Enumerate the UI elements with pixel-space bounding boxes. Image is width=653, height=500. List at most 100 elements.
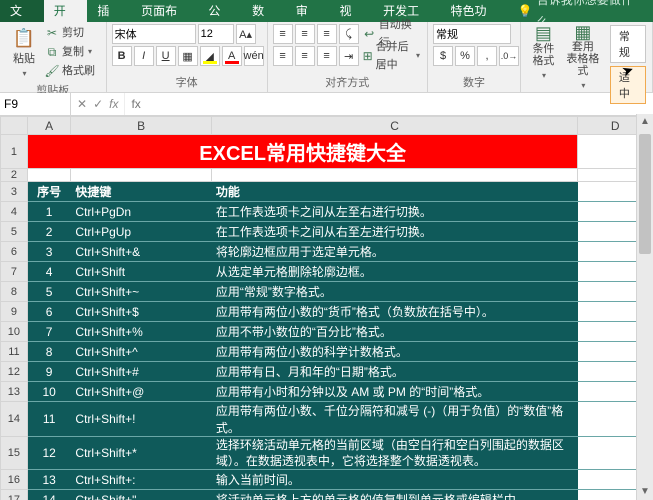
vertical-scrollbar[interactable]: ▲ ▼ bbox=[636, 114, 653, 500]
currency-button[interactable]: $ bbox=[433, 46, 453, 66]
row-header[interactable]: 16 bbox=[1, 470, 28, 490]
data-func[interactable]: 应用带有日、月和年的“日期”格式。 bbox=[211, 362, 577, 382]
row-header[interactable]: 8 bbox=[1, 282, 28, 302]
percent-button[interactable]: % bbox=[455, 46, 475, 66]
data-key[interactable]: Ctrl+Shift+" bbox=[71, 490, 211, 500]
data-no[interactable]: 7 bbox=[27, 322, 71, 342]
number-format-combo[interactable] bbox=[433, 24, 511, 44]
data-no[interactable]: 12 bbox=[27, 437, 71, 470]
row-header[interactable]: 5 bbox=[1, 222, 28, 242]
font-color-button[interactable]: A bbox=[222, 46, 242, 66]
data-key[interactable]: Ctrl+PgUp bbox=[71, 222, 211, 242]
format-as-table-button[interactable]: ▦ 套用 表格格式 ▾ bbox=[561, 24, 605, 82]
tell-me[interactable]: 💡 告诉我你想要做什么 bbox=[508, 0, 653, 22]
italic-button[interactable]: I bbox=[134, 46, 154, 66]
style-neutral[interactable]: 适中 bbox=[610, 66, 646, 104]
blank-cell[interactable] bbox=[27, 169, 71, 182]
row-header[interactable]: 15 bbox=[1, 437, 28, 470]
data-func[interactable]: 应用带有小时和分钟以及 AM 或 PM 的“时间”格式。 bbox=[211, 382, 577, 402]
col-header-C[interactable]: C bbox=[211, 117, 577, 135]
title-cell[interactable]: EXCEL常用快捷键大全 bbox=[27, 135, 578, 169]
data-func[interactable]: 将轮廓边框应用于选定单元格。 bbox=[211, 242, 577, 262]
data-no[interactable]: 11 bbox=[27, 402, 71, 437]
row-header[interactable]: 6 bbox=[1, 242, 28, 262]
data-key[interactable]: Ctrl+Shift+$ bbox=[71, 302, 211, 322]
data-key[interactable]: Ctrl+Shift+^ bbox=[71, 342, 211, 362]
fill-color-button[interactable]: ◢ bbox=[200, 46, 220, 66]
tab-special[interactable]: 特色功能 bbox=[441, 0, 508, 22]
data-no[interactable]: 3 bbox=[27, 242, 71, 262]
tab-insert[interactable]: 插入 bbox=[87, 0, 131, 22]
row-header[interactable]: 9 bbox=[1, 302, 28, 322]
data-func[interactable]: 应用带有两位小数、千位分隔符和减号 (-)（用于负值）的“数值”格式。 bbox=[211, 402, 577, 437]
row-header[interactable]: 11 bbox=[1, 342, 28, 362]
row-header[interactable]: 2 bbox=[1, 169, 28, 182]
data-key[interactable]: Ctrl+Shift+: bbox=[71, 470, 211, 490]
data-func[interactable]: 输入当前时间。 bbox=[211, 470, 577, 490]
align-middle-button[interactable]: ≡ bbox=[295, 24, 315, 44]
align-right-button[interactable]: ≡ bbox=[317, 46, 337, 66]
data-no[interactable]: 8 bbox=[27, 342, 71, 362]
scroll-down-arrow-icon[interactable]: ▼ bbox=[637, 484, 653, 500]
align-center-button[interactable]: ≡ bbox=[295, 46, 315, 66]
data-no[interactable]: 9 bbox=[27, 362, 71, 382]
data-no[interactable]: 1 bbox=[27, 202, 71, 222]
data-key[interactable]: Ctrl+Shift+# bbox=[71, 362, 211, 382]
row-header[interactable]: 14 bbox=[1, 402, 28, 437]
style-normal[interactable]: 常规 bbox=[610, 25, 646, 63]
blank-cell[interactable] bbox=[71, 169, 211, 182]
conditional-formatting-button[interactable]: ▤ 条件格式 ▾ bbox=[526, 24, 561, 82]
underline-button[interactable]: U bbox=[156, 46, 176, 66]
phonetic-button[interactable]: wén bbox=[244, 46, 264, 66]
data-no[interactable]: 6 bbox=[27, 302, 71, 322]
data-key[interactable]: Ctrl+Shift+~ bbox=[71, 282, 211, 302]
row-header[interactable]: 13 bbox=[1, 382, 28, 402]
data-key[interactable]: Ctrl+Shift+@ bbox=[71, 382, 211, 402]
increase-font-button[interactable]: A▴ bbox=[236, 24, 256, 44]
scroll-thumb[interactable] bbox=[639, 134, 651, 254]
data-func[interactable]: 在工作表选项卡之间从右至左进行切换。 bbox=[211, 222, 577, 242]
increase-decimal-button[interactable]: .0→ bbox=[499, 46, 519, 66]
data-key[interactable]: Ctrl+Shift+% bbox=[71, 322, 211, 342]
select-all-corner[interactable] bbox=[1, 117, 28, 135]
header-no[interactable]: 序号 bbox=[27, 182, 71, 202]
data-no[interactable]: 2 bbox=[27, 222, 71, 242]
row-header[interactable]: 3 bbox=[1, 182, 28, 202]
data-key[interactable]: Ctrl+Shift bbox=[71, 262, 211, 282]
data-func[interactable]: 应用带有两位小数的“货币”格式（负数放在括号中）。 bbox=[211, 302, 577, 322]
blank-cell[interactable] bbox=[211, 169, 577, 182]
tab-file[interactable]: 文件 bbox=[0, 0, 44, 22]
merge-center-button[interactable]: ⊞ 合并后居中▾ bbox=[361, 47, 422, 65]
row-header[interactable]: 1 bbox=[1, 135, 28, 169]
cancel-x-icon[interactable]: ✕ bbox=[77, 97, 87, 111]
orientation-button[interactable]: ⤹ bbox=[339, 24, 359, 44]
data-func[interactable]: 应用不带小数位的“百分比”格式。 bbox=[211, 322, 577, 342]
align-left-button[interactable]: ≡ bbox=[273, 46, 293, 66]
data-func[interactable]: 将活动单元格上方的单元格的值复制到单元格或编辑栏中。 bbox=[211, 490, 577, 500]
scroll-up-arrow-icon[interactable]: ▲ bbox=[637, 114, 653, 130]
row-header[interactable]: 4 bbox=[1, 202, 28, 222]
comma-button[interactable]: , bbox=[477, 46, 497, 66]
tab-formulas[interactable]: 公式 bbox=[198, 0, 242, 22]
format-painter-button[interactable]: 🖌 格式刷 bbox=[43, 62, 97, 80]
cut-button[interactable]: ✂ 剪切 bbox=[43, 24, 97, 42]
data-no[interactable]: 14 bbox=[27, 490, 71, 500]
align-bottom-button[interactable]: ≡ bbox=[317, 24, 337, 44]
tab-page-layout[interactable]: 页面布局 bbox=[131, 0, 198, 22]
col-header-B[interactable]: B bbox=[71, 117, 211, 135]
data-no[interactable]: 13 bbox=[27, 470, 71, 490]
bold-button[interactable]: B bbox=[112, 46, 132, 66]
fx-icon[interactable]: fx bbox=[109, 97, 118, 111]
header-key[interactable]: 快捷键 bbox=[71, 182, 211, 202]
indent-button[interactable]: ⇥ bbox=[339, 46, 359, 66]
data-key[interactable]: Ctrl+Shift+* bbox=[71, 437, 211, 470]
header-func[interactable]: 功能 bbox=[211, 182, 577, 202]
data-func[interactable]: 应用带有两位小数的科学计数格式。 bbox=[211, 342, 577, 362]
worksheet-area[interactable]: A B C D 1EXCEL常用快捷键大全23序号快捷键功能41Ctrl+PgD… bbox=[0, 116, 653, 500]
copy-button[interactable]: ⧉ 复制▾ bbox=[43, 43, 97, 61]
row-header[interactable]: 7 bbox=[1, 262, 28, 282]
data-no[interactable]: 4 bbox=[27, 262, 71, 282]
data-no[interactable]: 10 bbox=[27, 382, 71, 402]
row-header[interactable]: 10 bbox=[1, 322, 28, 342]
data-func[interactable]: 选择环绕活动单元格的当前区域（由空白行和空白列围起的数据区域）。在数据透视表中，… bbox=[211, 437, 577, 470]
